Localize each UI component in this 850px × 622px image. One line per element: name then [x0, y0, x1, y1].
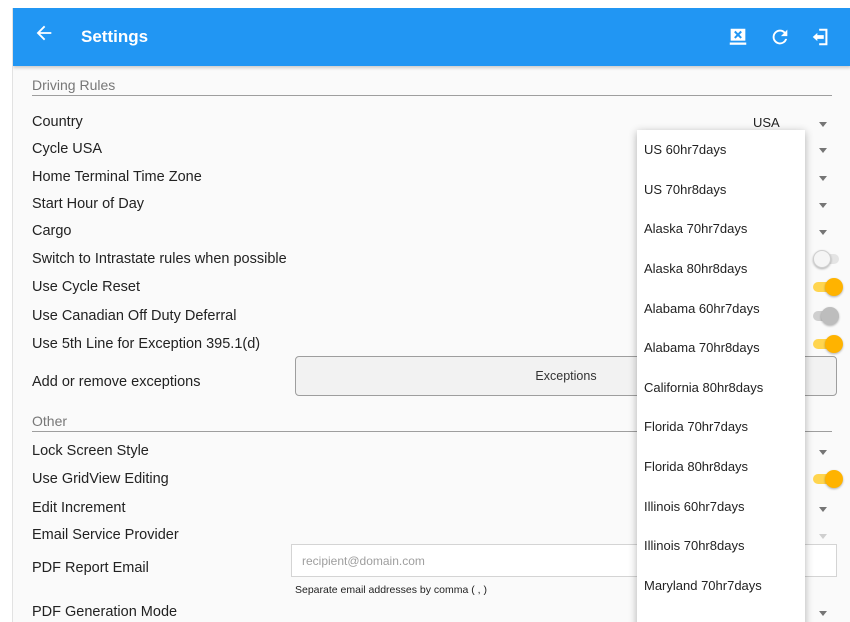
cycle-label: Cycle USA — [32, 141, 103, 157]
settings-screen: Settings Driving Rules Country USA Cycle… — [12, 8, 850, 622]
dropdown-option[interactable]: US 60hr7days — [637, 130, 805, 170]
cycle-reset-toggle[interactable] — [813, 278, 843, 296]
cargo-label: Cargo — [32, 223, 72, 239]
dropdown-option[interactable]: Alabama 60hr7days — [637, 288, 805, 328]
logout-icon[interactable] — [806, 22, 836, 52]
gridview-label: Use GridView Editing — [32, 471, 169, 487]
dropdown-option[interactable]: US 70hr8days — [637, 170, 805, 210]
chevron-down-icon[interactable] — [819, 507, 827, 512]
back-arrow-icon[interactable] — [33, 22, 61, 50]
dropdown-option[interactable]: Maryland 70hr7days — [637, 566, 805, 606]
chevron-down-icon[interactable] — [819, 230, 827, 235]
chevron-down-icon[interactable] — [819, 450, 827, 455]
pdf-email-hint: Separate email addresses by comma ( , ) — [295, 584, 487, 596]
dropdown-option[interactable]: Florida 70hr7days — [637, 407, 805, 447]
pdf-email-placeholder: recipient@domain.com — [302, 554, 425, 568]
edit-increment-label: Edit Increment — [32, 500, 126, 516]
refresh-icon[interactable] — [765, 22, 795, 52]
section-driving-rules: Driving Rules — [32, 77, 116, 93]
chevron-down-icon[interactable] — [819, 203, 827, 208]
chevron-down-icon[interactable] — [819, 148, 827, 153]
dropdown-option[interactable]: Alabama 70hr8days — [637, 328, 805, 368]
country-label: Country — [32, 114, 83, 130]
dropdown-option[interactable]: Illinois 70hr8days — [637, 526, 805, 566]
intrastate-label: Switch to Intrastate rules when possible — [32, 251, 287, 267]
dropdown-option[interactable]: Alaska 80hr8days — [637, 249, 805, 289]
exceptions-button-label: Exceptions — [535, 369, 597, 383]
section-other: Other — [32, 413, 68, 429]
app-bar: Settings — [13, 8, 850, 66]
home-terminal-timezone-label: Home Terminal Time Zone — [32, 169, 202, 185]
cycle-dropdown-menu: US 60hr7days US 70hr8days Alaska 70hr7da… — [637, 130, 805, 622]
dropdown-option[interactable]: Illinois 60hr7days — [637, 486, 805, 526]
exceptions-label: Add or remove exceptions — [32, 374, 201, 390]
dropdown-option[interactable]: Florida 80hr8days — [637, 447, 805, 487]
page-title: Settings — [81, 27, 149, 46]
pdf-email-label: PDF Report Email — [32, 560, 149, 576]
fifth-line-label: Use 5th Line for Exception 395.1(d) — [32, 336, 261, 352]
cycle-reset-label: Use Cycle Reset — [32, 279, 140, 295]
chevron-down-icon[interactable] — [819, 611, 827, 616]
dropdown-option[interactable]: Alaska 70hr7days — [637, 209, 805, 249]
lock-screen-label: Lock Screen Style — [32, 443, 149, 459]
canadian-deferral-toggle[interactable] — [813, 307, 843, 325]
section-divider — [32, 95, 832, 96]
chevron-down-icon[interactable] — [819, 534, 827, 539]
report-icon[interactable] — [723, 22, 753, 52]
fifth-line-toggle[interactable] — [813, 335, 843, 353]
intrastate-toggle[interactable] — [813, 250, 843, 268]
country-value[interactable]: USA — [753, 115, 780, 130]
gridview-toggle[interactable] — [813, 470, 843, 488]
chevron-down-icon[interactable] — [819, 176, 827, 181]
email-provider-label: Email Service Provider — [32, 527, 179, 543]
dropdown-option[interactable]: California 80hr8days — [637, 368, 805, 408]
chevron-down-icon[interactable] — [819, 122, 827, 127]
pdf-generation-label: PDF Generation Mode — [32, 604, 178, 620]
canadian-deferral-label: Use Canadian Off Duty Deferral — [32, 308, 237, 324]
start-hour-label: Start Hour of Day — [32, 196, 145, 212]
